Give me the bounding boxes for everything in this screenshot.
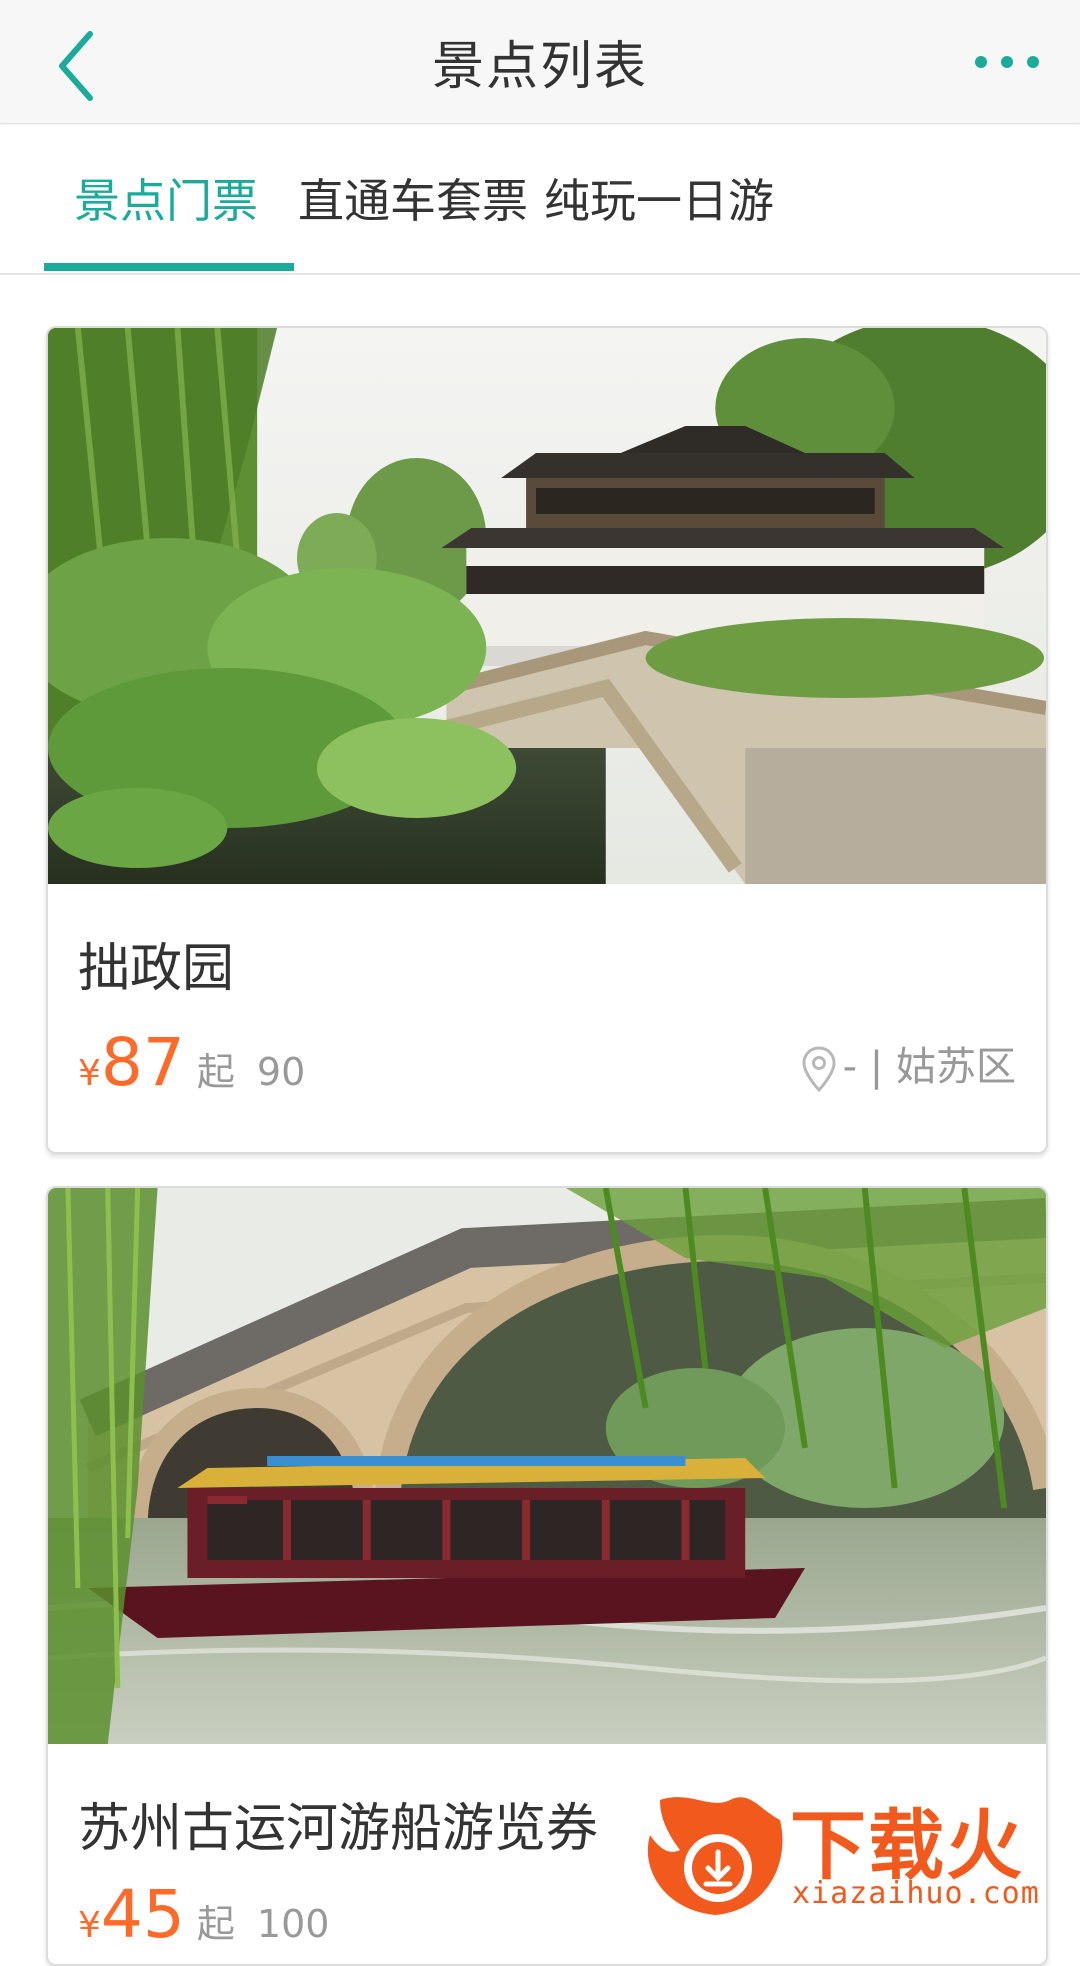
canal-boat-stone-bridge-photo — [48, 1188, 1046, 1744]
price-row: ¥87 起 90 — [78, 1024, 305, 1101]
price-value: 87 — [100, 1024, 185, 1101]
more-dots-icon — [975, 56, 1039, 68]
original-price: 100 — [256, 1902, 330, 1946]
price-row: ¥45 起 100 — [78, 1876, 329, 1953]
more-button[interactable] — [972, 50, 1042, 74]
price-from-label: 起 — [196, 1902, 235, 1946]
watermark-url: xiazaihuo.com — [792, 1876, 1040, 1911]
location-text: - | 姑苏区 — [842, 1044, 1016, 1090]
currency-symbol: ¥ — [78, 1905, 101, 1946]
page-title: 景点列表 — [431, 37, 648, 97]
attraction-title: 拙政园 — [78, 939, 235, 999]
currency-symbol: ¥ — [78, 1053, 101, 1094]
active-tab-indicator — [44, 263, 294, 271]
attraction-title: 苏州古运河游船游览券 — [78, 1799, 599, 1859]
price-value: 45 — [100, 1876, 185, 1953]
category-tabs: 景点门票 直通车套票 纯玩一日游 — [0, 125, 1080, 275]
attraction-card[interactable]: 拙政园 ¥87 起 90 - | 姑苏区 — [46, 326, 1048, 1154]
flame-download-icon — [647, 1797, 783, 1915]
classical-garden-pavilion-photo — [48, 328, 1046, 884]
price-from-label: 起 — [196, 1050, 235, 1094]
tab-shuttle-package[interactable]: 直通车套票 — [298, 165, 528, 231]
tab-day-tour[interactable]: 纯玩一日游 — [544, 165, 774, 231]
watermark-logo: 下载火 xiazaihuo.com — [640, 1780, 1080, 1920]
top-app-bar: 景点列表 — [0, 0, 1080, 124]
location-info: - | 姑苏区 — [801, 1034, 1016, 1093]
tab-scenic-tickets[interactable]: 景点门票 — [74, 165, 258, 231]
location-pin-icon — [802, 1046, 836, 1093]
original-price: 90 — [256, 1050, 306, 1094]
